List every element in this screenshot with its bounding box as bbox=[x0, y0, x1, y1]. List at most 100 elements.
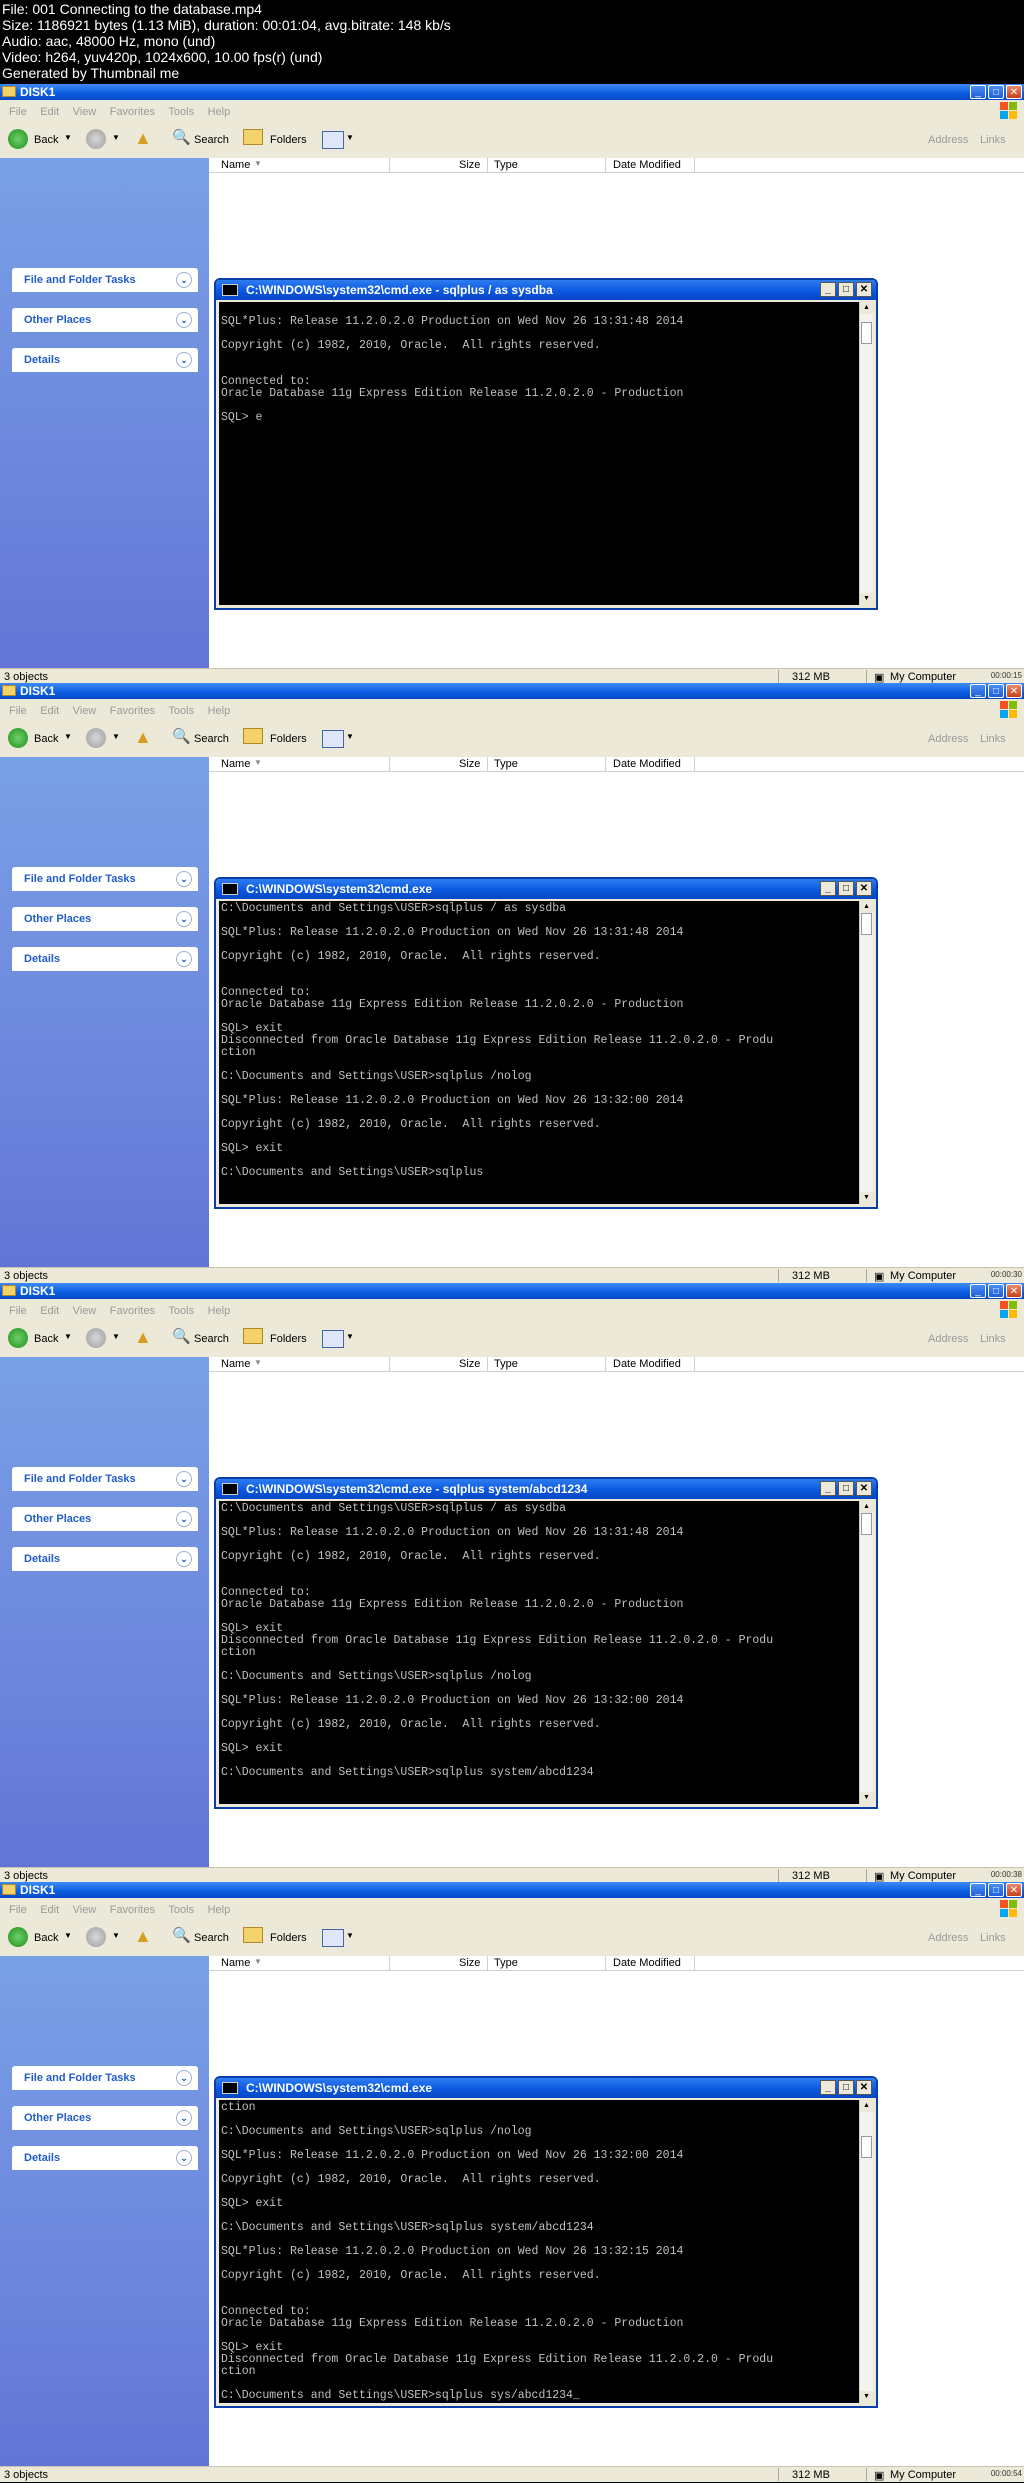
back-button[interactable]: Back bbox=[34, 1333, 58, 1345]
back-button[interactable]: Back bbox=[34, 733, 58, 745]
chevron-down-icon[interactable]: ⌄ bbox=[176, 911, 192, 927]
links-label[interactable]: Links bbox=[980, 1932, 1006, 1944]
forward-dropdown-icon[interactable]: ▼ bbox=[112, 1931, 120, 1940]
folders-button[interactable]: Folders bbox=[270, 134, 307, 146]
folder-up-icon[interactable]: ▲ bbox=[134, 1327, 152, 1348]
column-type[interactable]: Type bbox=[494, 1358, 518, 1370]
chevron-down-icon[interactable]: ⌄ bbox=[176, 2110, 192, 2126]
back-arrow-icon[interactable] bbox=[8, 728, 28, 748]
address-label[interactable]: Address bbox=[928, 733, 968, 745]
menu-view[interactable]: View bbox=[73, 1305, 97, 1317]
search-button[interactable]: Search bbox=[194, 134, 229, 146]
cmd-titlebar[interactable]: C:\WINDOWS\system32\cmd.exe _ □ ✕ bbox=[216, 2078, 876, 2098]
panel-other-places[interactable]: Other Places ⌄ bbox=[12, 1507, 198, 1531]
menu-tools[interactable]: Tools bbox=[168, 1904, 194, 1916]
column-size[interactable]: Size bbox=[459, 1358, 480, 1370]
cmd-close-button[interactable]: ✕ bbox=[856, 282, 872, 297]
folder-up-icon[interactable]: ▲ bbox=[134, 727, 152, 748]
close-button[interactable]: ✕ bbox=[1006, 1284, 1022, 1298]
cmd-maximize-button[interactable]: □ bbox=[838, 282, 854, 297]
views-icon[interactable] bbox=[322, 730, 344, 748]
search-button[interactable]: Search bbox=[194, 1333, 229, 1345]
back-dropdown-icon[interactable]: ▼ bbox=[64, 133, 72, 142]
search-icon[interactable]: 🔍 bbox=[172, 1926, 191, 1944]
chevron-down-icon[interactable]: ⌄ bbox=[176, 1471, 192, 1487]
links-label[interactable]: Links bbox=[980, 134, 1006, 146]
scroll-down-icon[interactable]: ▼ bbox=[860, 1192, 873, 1204]
scroll-down-icon[interactable]: ▼ bbox=[860, 2391, 873, 2403]
minimize-button[interactable]: _ bbox=[970, 684, 986, 698]
menu-view[interactable]: View bbox=[73, 106, 97, 118]
menu-file[interactable]: File bbox=[9, 106, 27, 118]
close-button[interactable]: ✕ bbox=[1006, 1883, 1022, 1897]
console-scrollbar[interactable]: ▲ ▼ bbox=[859, 1501, 873, 1804]
forward-arrow-icon[interactable] bbox=[86, 129, 106, 149]
scroll-down-icon[interactable]: ▼ bbox=[860, 593, 873, 605]
console-output[interactable]: SQL*Plus: Release 11.2.0.2.0 Production … bbox=[219, 302, 860, 605]
column-name[interactable]: Name bbox=[221, 758, 250, 770]
folders-button[interactable]: Folders bbox=[270, 1333, 307, 1345]
views-icon[interactable] bbox=[322, 1330, 344, 1348]
back-arrow-icon[interactable] bbox=[8, 1927, 28, 1947]
views-dropdown-icon[interactable]: ▼ bbox=[346, 1931, 354, 1940]
close-button[interactable]: ✕ bbox=[1006, 85, 1022, 99]
address-label[interactable]: Address bbox=[928, 1333, 968, 1345]
views-dropdown-icon[interactable]: ▼ bbox=[346, 1332, 354, 1341]
folders-button[interactable]: Folders bbox=[270, 1932, 307, 1944]
scroll-up-icon[interactable]: ▲ bbox=[860, 901, 873, 913]
column-name[interactable]: Name bbox=[221, 159, 250, 171]
panel-file-folder-tasks[interactable]: File and Folder Tasks ⌄ bbox=[12, 1467, 198, 1491]
console-output[interactable]: ction C:\Documents and Settings\USER>sqlp… bbox=[219, 2100, 860, 2403]
cmd-titlebar[interactable]: C:\WINDOWS\system32\cmd.exe - sqlplus sy… bbox=[216, 1479, 876, 1499]
menu-help[interactable]: Help bbox=[208, 1305, 231, 1317]
panel-other-places[interactable]: Other Places ⌄ bbox=[12, 308, 198, 332]
folder-up-icon[interactable]: ▲ bbox=[134, 128, 152, 149]
panel-details[interactable]: Details ⌄ bbox=[12, 947, 198, 971]
cmd-titlebar[interactable]: C:\WINDOWS\system32\cmd.exe - sqlplus / … bbox=[216, 280, 876, 300]
cmd-close-button[interactable]: ✕ bbox=[856, 881, 872, 896]
views-dropdown-icon[interactable]: ▼ bbox=[346, 133, 354, 142]
column-size[interactable]: Size bbox=[459, 758, 480, 770]
cmd-minimize-button[interactable]: _ bbox=[820, 282, 836, 297]
search-icon[interactable]: 🔍 bbox=[172, 727, 191, 745]
minimize-button[interactable]: _ bbox=[970, 1883, 986, 1897]
search-button[interactable]: Search bbox=[194, 733, 229, 745]
column-name[interactable]: Name bbox=[221, 1957, 250, 1969]
menu-view[interactable]: View bbox=[73, 1904, 97, 1916]
back-dropdown-icon[interactable]: ▼ bbox=[64, 1931, 72, 1940]
menu-edit[interactable]: Edit bbox=[40, 106, 59, 118]
panel-file-folder-tasks[interactable]: File and Folder Tasks ⌄ bbox=[12, 268, 198, 292]
minimize-button[interactable]: _ bbox=[970, 1284, 986, 1298]
views-icon[interactable] bbox=[322, 1929, 344, 1947]
cmd-minimize-button[interactable]: _ bbox=[820, 1481, 836, 1496]
back-arrow-icon[interactable] bbox=[8, 1328, 28, 1348]
column-type[interactable]: Type bbox=[494, 159, 518, 171]
cmd-minimize-button[interactable]: _ bbox=[820, 881, 836, 896]
menu-help[interactable]: Help bbox=[208, 106, 231, 118]
search-icon[interactable]: 🔍 bbox=[172, 128, 191, 146]
chevron-down-icon[interactable]: ⌄ bbox=[176, 352, 192, 368]
scroll-thumb[interactable] bbox=[861, 913, 872, 935]
menu-favorites[interactable]: Favorites bbox=[110, 1305, 155, 1317]
panel-other-places[interactable]: Other Places ⌄ bbox=[12, 2106, 198, 2130]
forward-dropdown-icon[interactable]: ▼ bbox=[112, 133, 120, 142]
folders-icon[interactable] bbox=[243, 129, 263, 145]
scroll-up-icon[interactable]: ▲ bbox=[860, 2100, 873, 2112]
folder-up-icon[interactable]: ▲ bbox=[134, 1926, 152, 1947]
scroll-down-icon[interactable]: ▼ bbox=[860, 1792, 873, 1804]
panel-file-folder-tasks[interactable]: File and Folder Tasks ⌄ bbox=[12, 867, 198, 891]
menu-help[interactable]: Help bbox=[208, 705, 231, 717]
column-size[interactable]: Size bbox=[459, 159, 480, 171]
links-label[interactable]: Links bbox=[980, 1333, 1006, 1345]
cmd-maximize-button[interactable]: □ bbox=[838, 1481, 854, 1496]
menu-file[interactable]: File bbox=[9, 1305, 27, 1317]
column-name[interactable]: Name bbox=[221, 1358, 250, 1370]
menu-tools[interactable]: Tools bbox=[168, 1305, 194, 1317]
menu-view[interactable]: View bbox=[73, 705, 97, 717]
console-scrollbar[interactable]: ▲ ▼ bbox=[859, 302, 873, 605]
back-dropdown-icon[interactable]: ▼ bbox=[64, 732, 72, 741]
menu-help[interactable]: Help bbox=[208, 1904, 231, 1916]
cmd-window[interactable]: C:\WINDOWS\system32\cmd.exe - sqlplus sy… bbox=[214, 1477, 878, 1809]
cmd-maximize-button[interactable]: □ bbox=[838, 881, 854, 896]
cmd-minimize-button[interactable]: _ bbox=[820, 2080, 836, 2095]
